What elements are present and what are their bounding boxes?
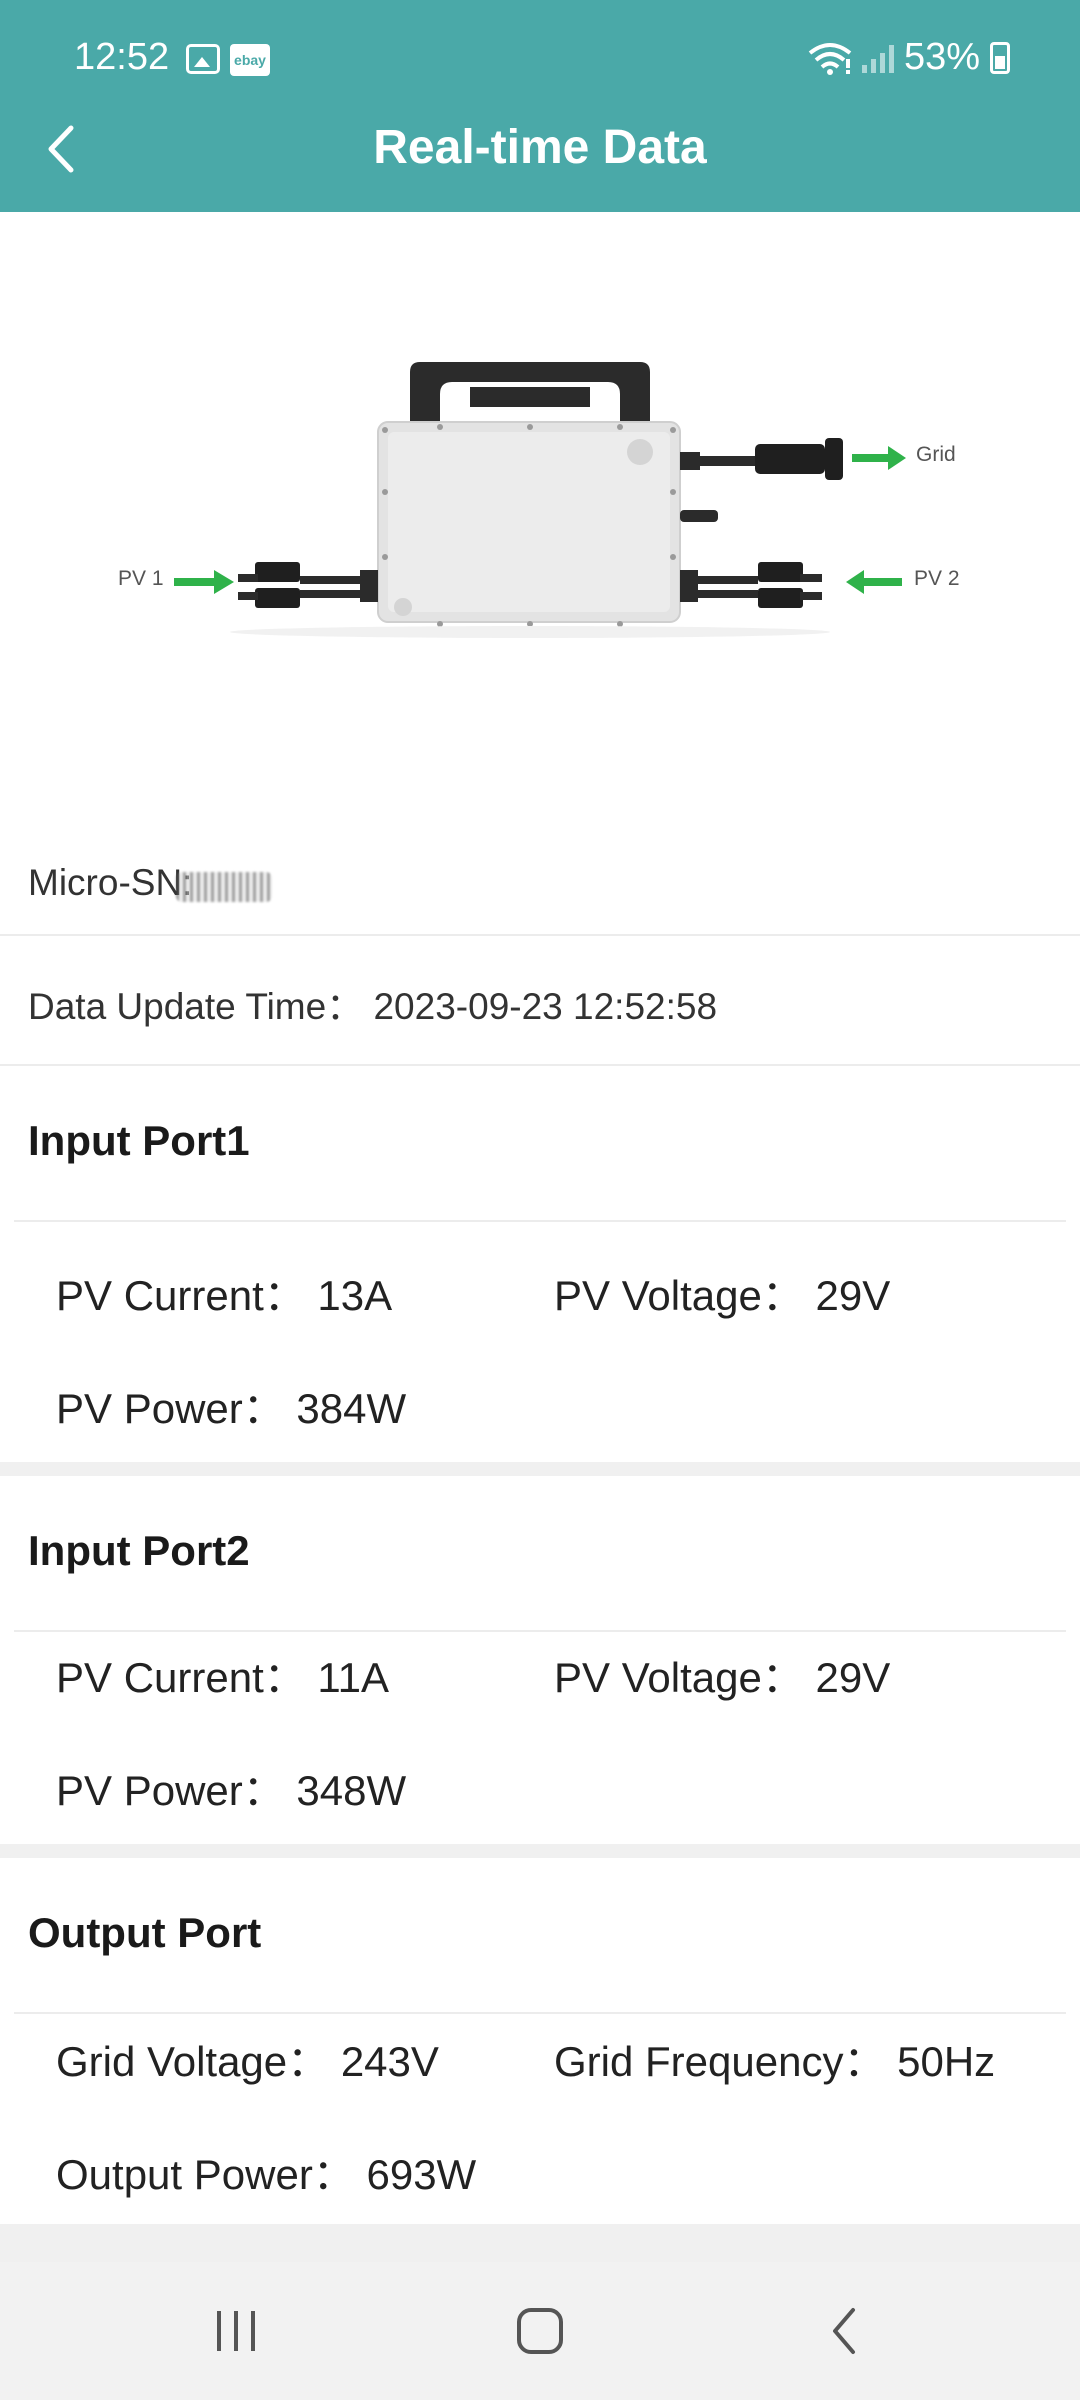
status-time: 12:52 [74, 36, 170, 78]
field-label: Grid Voltage： [56, 2038, 330, 2085]
battery-icon [990, 41, 1010, 74]
section-divider [14, 1220, 1066, 1222]
battery-percent: 53% [903, 36, 980, 78]
field-value: 29V [815, 1272, 891, 1319]
pv-voltage-field: PV Voltage： 29V [554, 1644, 890, 1705]
field-label: PV Power： [56, 1767, 285, 1814]
microinverter-illustration [174, 362, 906, 638]
output-port-section: Output Port Grid Voltage： 243V Grid Freq… [0, 1858, 1080, 2224]
status-right: 53% [808, 36, 1010, 79]
section-title: Input Port2 [28, 1527, 250, 1574]
section-gap [0, 1844, 1080, 1858]
field-label: PV Voltage： [554, 1654, 804, 1701]
field-label: PV Power： [56, 1385, 285, 1432]
section-title: Input Port1 [28, 1117, 250, 1164]
update-time-row: Data Update Time： 2023-09-23 12:52:58 [0, 936, 1080, 1066]
serial-number-row: Micro-SN: [0, 832, 1080, 936]
field-value: 693W [366, 2151, 477, 2198]
pv-voltage-field: PV Voltage： 29V [554, 1262, 890, 1323]
field-value: 11A [317, 1654, 390, 1701]
recent-apps-button[interactable] [156, 2262, 316, 2400]
home-icon [517, 2308, 563, 2354]
pv1-label: PV 1 [118, 567, 164, 590]
recent-apps-icon [217, 2311, 255, 2351]
field-value: 29V [815, 1654, 891, 1701]
field-value: 13A [317, 1272, 393, 1319]
field-label: Grid Frequency： [554, 2038, 886, 2085]
redacted-serial [176, 872, 272, 902]
device-diagram: Grid PV 1 PV 2 [0, 212, 1080, 832]
section-gap [0, 2224, 1080, 2262]
home-button[interactable] [460, 2262, 620, 2400]
notification-icons: ebay [186, 44, 270, 76]
field-label: Output Power： [56, 2151, 355, 2198]
pv2-label: PV 2 [914, 567, 960, 590]
field-label: PV Voltage： [554, 1272, 804, 1319]
pv-power-field: PV Power： 348W [56, 1757, 406, 1818]
pv-power-field: PV Power： 384W [56, 1375, 406, 1436]
page-title: Real-time Data [373, 121, 707, 174]
serial-label: Micro-SN: [28, 862, 193, 903]
field-value: 384W [296, 1385, 407, 1432]
field-label: PV Current： [56, 1654, 306, 1701]
ebay-icon: ebay [230, 44, 270, 76]
field-value: 50Hz [897, 2038, 996, 2085]
field-value: 348W [296, 1767, 407, 1814]
grid-voltage-field: Grid Voltage： 243V [56, 2028, 439, 2089]
app-header: 12:52 ebay 53% Real-time Data [0, 0, 1080, 212]
section-title: Output Port [28, 1909, 262, 1956]
pv-current-field: PV Current： 11A [56, 1644, 389, 1705]
field-label: PV Current： [56, 1272, 306, 1319]
section-divider [14, 2012, 1066, 2014]
system-navigation-bar [0, 2262, 1080, 2400]
input-port1-section: Input Port1 PV Current： 13A PV Voltage： … [0, 1066, 1080, 1462]
wifi-icon [808, 42, 852, 75]
image-icon [186, 44, 220, 74]
pv-current-field: PV Current： 13A [56, 1262, 392, 1323]
output-power-field: Output Power： 693W [56, 2141, 476, 2202]
input-port2-section: Input Port2 PV Current： 11A PV Voltage： … [0, 1476, 1080, 1844]
section-gap [0, 1462, 1080, 1476]
update-time-text: Data Update Time： 2023-09-23 12:52:58 [28, 986, 718, 1027]
section-divider [14, 1630, 1066, 1632]
signal-icon [861, 43, 894, 73]
grid-frequency-field: Grid Frequency： 50Hz [554, 2028, 995, 2089]
grid-label: Grid [916, 443, 956, 466]
back-nav-icon [833, 2308, 855, 2354]
field-value: 243V [340, 2038, 439, 2085]
back-nav-button[interactable] [764, 2262, 924, 2400]
